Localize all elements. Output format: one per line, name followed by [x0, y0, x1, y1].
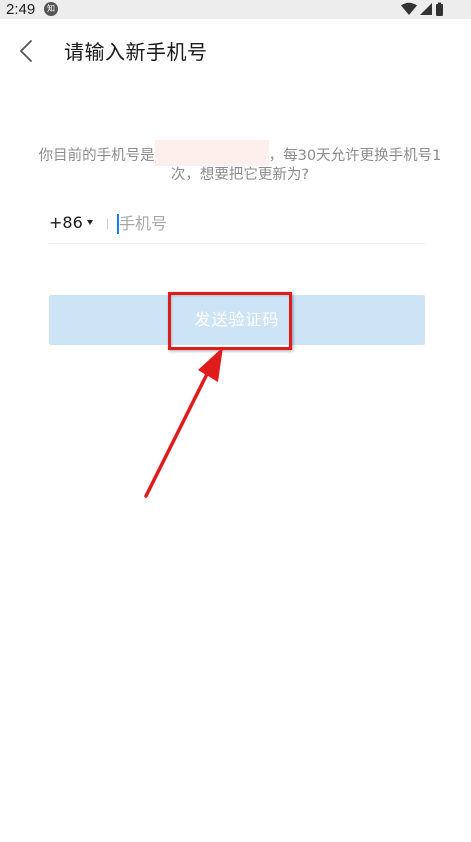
masked-current-phone [154, 140, 269, 166]
battery-icon [436, 2, 443, 16]
annotation-arrow [144, 347, 223, 498]
info-prefix: 你目前的手机号是 [38, 148, 155, 164]
back-button[interactable] [12, 36, 42, 66]
status-bar: 2:49 知 [0, 0, 471, 19]
annotation-highlight-box [168, 292, 292, 350]
country-code-selector[interactable]: +86 [49, 213, 83, 233]
wifi-icon [401, 2, 417, 15]
title-bar: 请输入新手机号 [0, 20, 471, 84]
info-suffix: ，每30天允许更换手机号1 [268, 148, 442, 164]
code-divider [107, 219, 108, 229]
info-line-1: 你目前的手机号是 ，每30天允许更换手机号1 [30, 140, 450, 166]
zhihu-notification-icon: 知 [44, 2, 58, 16]
phone-input-row: +86 [49, 203, 425, 244]
signal-icon [420, 3, 432, 15]
text-cursor [117, 214, 119, 234]
phone-input[interactable] [117, 211, 419, 235]
status-icons [401, 2, 443, 16]
info-line-2: 次，想要把它更新为? [170, 167, 310, 183]
caret-down-icon[interactable] [87, 220, 93, 225]
chevron-left-icon [20, 40, 32, 62]
status-time: 2:49 [6, 1, 36, 18]
page-title: 请输入新手机号 [64, 40, 208, 64]
phone-change-info: 你目前的手机号是 ，每30天允许更换手机号1 次，想要把它更新为? [30, 140, 450, 185]
